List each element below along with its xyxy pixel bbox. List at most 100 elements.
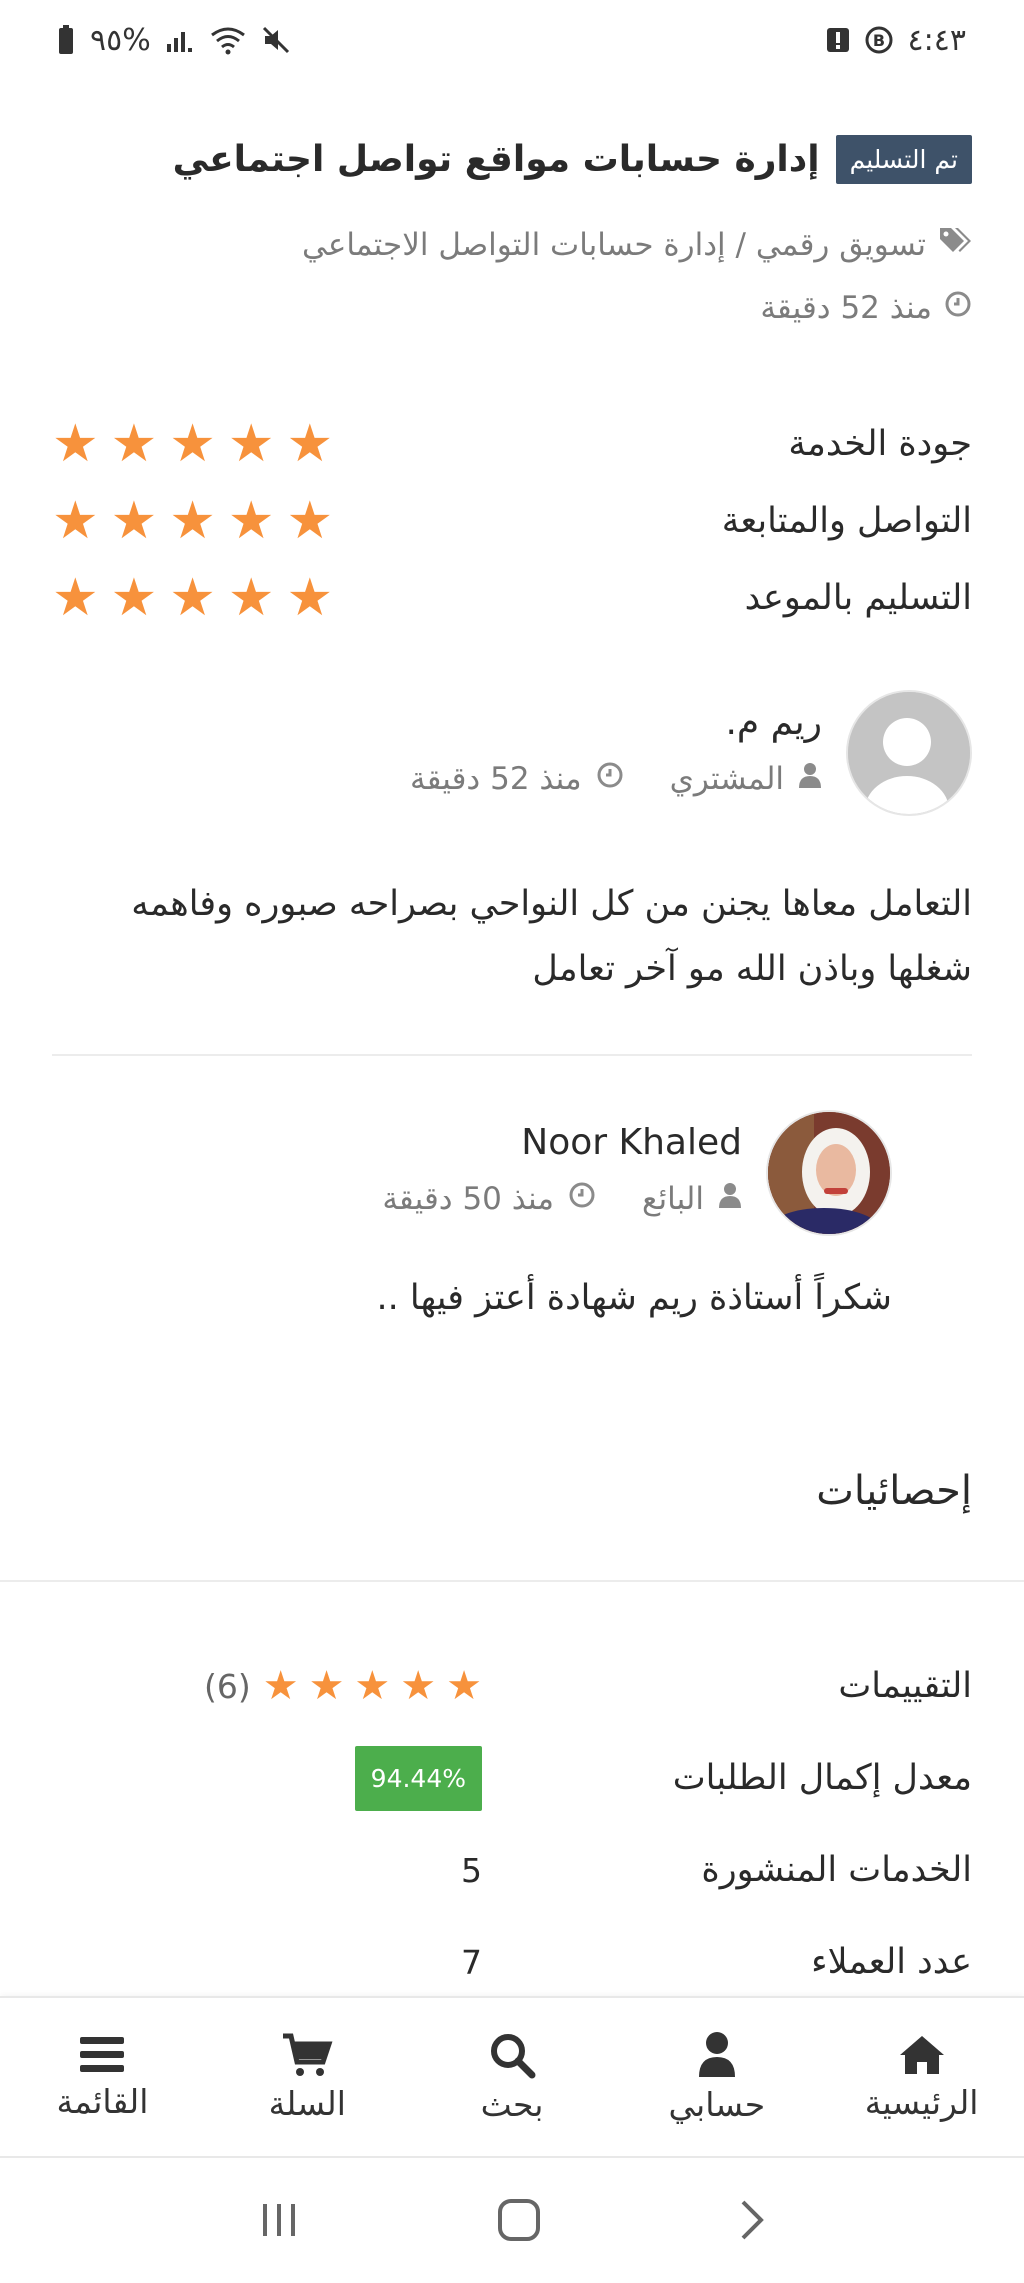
status-right: B ٤:٤٣ — [826, 23, 966, 58]
reviewer-info: ريم م. المشتري منذ 52 دقيقة — [410, 690, 822, 797]
seller-meta: البائع منذ 50 دقيقة — [382, 1181, 742, 1217]
star-rating: ★ ★ ★ ★ ★ — [263, 1666, 482, 1706]
stat-value-clients: 7 — [461, 1942, 482, 1982]
status-left: ٩٥% — [56, 23, 291, 58]
nav-search-label: بحث — [480, 2084, 544, 2124]
user-icon — [697, 2031, 737, 2079]
nav-home[interactable]: الرئيسية — [819, 1998, 1024, 2156]
alert-icon — [826, 26, 850, 54]
page-title: إدارة حسابات مواقع تواصل اجتماعي — [172, 139, 820, 180]
completion-badge: 94.44% — [354, 1745, 482, 1811]
avatar[interactable] — [766, 1110, 892, 1236]
stat-label: عدد العملاء — [811, 1942, 972, 1982]
bottom-nav: الرئيسية حسابي بحث السلة القائمة — [0, 1996, 1024, 2158]
star-rating: ★ ★ ★ ★ ★ — [52, 418, 333, 470]
review-text: التعامل معاها يجنن من كل النواحي بصراحه … — [131, 884, 972, 989]
home-icon — [897, 2033, 947, 2077]
system-nav-bar — [0, 2160, 1024, 2283]
star-icon: ★ — [52, 413, 99, 474]
reviewer-meta: المشتري منذ 52 دقيقة — [410, 761, 822, 797]
b-circle-icon: B — [864, 25, 894, 55]
reply-text: شكراً أستاذة ريم شهادة أعتز فيها .. — [376, 1278, 892, 1318]
stat-value-completion: 94.44% — [354, 1745, 482, 1811]
mute-icon — [261, 25, 291, 55]
star-icon: ★ — [52, 567, 99, 628]
stat-label: التقييمات — [838, 1666, 972, 1706]
search-icon — [488, 2031, 536, 2079]
star-icon: ★ — [308, 1663, 345, 1709]
star-icon: ★ — [286, 490, 334, 551]
avatar[interactable] — [846, 690, 972, 816]
stats-table: التقييمات ★ ★ ★ ★ ★ (6) معدل إكمال الطلبات 9… — [52, 1640, 972, 2008]
rating-label: التسليم بالموعد — [744, 577, 972, 618]
rating-row-quality: جودة الخدمة ★ ★ ★ ★ ★ — [52, 405, 972, 482]
stat-value-services: 5 — [461, 1850, 482, 1890]
seller-name[interactable]: Noor Khaled — [382, 1122, 742, 1163]
star-icon: ★ — [169, 567, 216, 628]
status-badge: تم التسليم — [835, 135, 972, 184]
review-time: منذ 52 دقيقة — [409, 761, 582, 797]
stats-title: إحصائيات — [816, 1468, 972, 1514]
rating-label: التواصل والمتابعة — [721, 500, 972, 541]
star-icon: ★ — [227, 567, 275, 628]
clock-icon — [944, 290, 972, 326]
back-icon[interactable] — [737, 2197, 767, 2247]
nav-menu[interactable]: القائمة — [0, 1998, 205, 2156]
stat-row-clients: عدد العملاء 7 — [52, 1916, 972, 2008]
signal-icon — [165, 26, 195, 54]
star-icon: ★ — [262, 1663, 299, 1709]
home-button-icon[interactable] — [496, 2197, 542, 2247]
seller-info: Noor Khaled البائع منذ 50 دقيقة — [382, 1110, 742, 1217]
status-bar: ٩٥% B ٤:٤٣ — [0, 0, 1024, 80]
stat-row-completion: معدل إكمال الطلبات 94.44% — [52, 1732, 972, 1824]
title-row: تم التسليم إدارة حسابات مواقع تواصل اجتم… — [52, 135, 972, 184]
star-rating: ★ ★ ★ ★ ★ — [52, 572, 333, 624]
star-icon: ★ — [227, 490, 275, 551]
star-icon: ★ — [286, 413, 334, 474]
review-header: ريم م. المشتري منذ 52 دقيقة — [52, 690, 972, 816]
nav-cart[interactable]: السلة — [205, 1998, 410, 2156]
seller-role: البائع — [642, 1181, 704, 1217]
rating-label: جودة الخدمة — [788, 423, 972, 464]
user-icon — [718, 1181, 742, 1217]
nav-search[interactable]: بحث — [410, 1998, 615, 2156]
stat-label: الخدمات المنشورة — [701, 1850, 972, 1890]
reply-time: منذ 50 دقيقة — [382, 1181, 554, 1217]
recent-apps-icon[interactable] — [257, 2200, 301, 2244]
stat-value-ratings: ★ ★ ★ ★ ★ (6) — [204, 1666, 482, 1706]
divider — [0, 1580, 1024, 1582]
nav-menu-label: القائمة — [56, 2081, 149, 2121]
reviewer-role: المشتري — [669, 761, 784, 797]
stat-row-ratings: التقييمات ★ ★ ★ ★ ★ (6) — [52, 1640, 972, 1732]
nav-cart-label: السلة — [268, 2083, 346, 2123]
buyer-review: ريم م. المشتري منذ 52 دقيقة التعامل معاه… — [52, 690, 972, 1002]
menu-icon — [78, 2034, 126, 2076]
cart-icon — [281, 2032, 333, 2078]
star-icon: ★ — [52, 490, 99, 551]
star-icon: ★ — [169, 490, 216, 551]
nav-account[interactable]: حسابي — [614, 1998, 819, 2156]
posted-time-text: منذ 52 دقيقة — [760, 290, 932, 326]
ratings-count: (6) — [203, 1666, 251, 1706]
clock-icon — [596, 761, 624, 797]
category-breadcrumb[interactable]: تسويق رقمي / إدارة حسابات التواصل الاجتم… — [52, 226, 972, 264]
svg-text:B: B — [872, 31, 884, 50]
clock-icon — [568, 1181, 596, 1217]
star-icon: ★ — [286, 567, 334, 628]
nav-account-label: حسابي — [668, 2084, 766, 2124]
nav-home-label: الرئيسية — [864, 2082, 979, 2122]
battery-icon — [56, 24, 76, 56]
divider — [52, 1054, 972, 1056]
star-icon: ★ — [169, 413, 216, 474]
star-icon: ★ — [110, 413, 158, 474]
seller-reply: Noor Khaled البائع منذ 50 دقيقة شكراً أس… — [52, 1110, 972, 1318]
rating-row-delivery: التسليم بالموعد ★ ★ ★ ★ ★ — [52, 559, 972, 636]
stat-row-services: الخدمات المنشورة 5 — [52, 1824, 972, 1916]
clock-time: ٤:٤٣ — [907, 22, 966, 58]
reviewer-name[interactable]: ريم م. — [410, 702, 822, 743]
ratings-breakdown: جودة الخدمة ★ ★ ★ ★ ★ التواصل والمتابعة ★ ★ ★ ★… — [52, 405, 972, 636]
stat-label: معدل إكمال الطلبات — [672, 1758, 972, 1798]
rating-row-communication: التواصل والمتابعة ★ ★ ★ ★ ★ — [52, 482, 972, 559]
category-text: تسويق رقمي / إدارة حسابات التواصل الاجتم… — [301, 227, 926, 263]
star-icon: ★ — [110, 490, 158, 551]
